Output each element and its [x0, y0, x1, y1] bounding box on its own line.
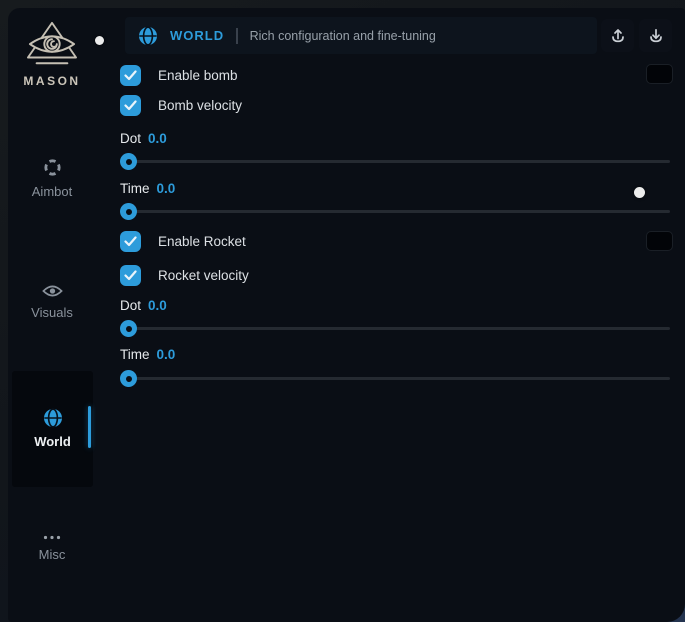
checkbox-label: Enable Rocket	[158, 234, 246, 249]
active-tab-indicator	[88, 406, 92, 448]
slider-thumb-dot-center	[126, 159, 132, 165]
brand-logo: MASON	[8, 20, 96, 88]
page-title: WORLD	[170, 28, 224, 43]
slider-value: 0.0	[148, 131, 167, 146]
checkbox-label: Rocket velocity	[158, 268, 249, 283]
slider-name: Dot	[120, 298, 141, 313]
checkmark-icon	[124, 70, 137, 81]
cursor-dot	[95, 36, 104, 45]
keybind-box-enable-bomb[interactable]	[646, 64, 673, 84]
globe-icon	[138, 26, 158, 46]
sidebar-item-world-content: World	[12, 408, 93, 449]
checkbox-label: Enable bomb	[158, 68, 238, 83]
mason-window: MASON Aimbot Visuals	[8, 8, 685, 622]
slider-thumb-dot[interactable]	[120, 320, 137, 337]
sidebar-item-label: Aimbot	[8, 184, 96, 199]
checkbox-checked[interactable]	[120, 231, 141, 252]
checkmark-icon	[124, 236, 137, 247]
download-config-button[interactable]	[639, 19, 672, 52]
slider-thumb-time[interactable]	[120, 203, 137, 220]
eye-icon	[42, 284, 63, 298]
slider-track-dot[interactable]	[120, 327, 670, 330]
page-header: WORLD Rich configuration and fine-tuning	[125, 17, 597, 54]
slider-value: 0.0	[157, 181, 176, 196]
checkbox-row-bomb-velocity[interactable]: Bomb velocity	[120, 95, 242, 116]
slider-label-time: Time 0.0	[120, 181, 175, 196]
sidebar-item-label: World	[12, 434, 93, 449]
sidebar-item-aimbot[interactable]: Aimbot	[8, 158, 96, 199]
slider-value: 0.0	[148, 298, 167, 313]
checkbox-row-enable-bomb[interactable]: Enable bomb	[120, 65, 238, 86]
checkbox-checked[interactable]	[120, 265, 141, 286]
slider-thumb-dot[interactable]	[120, 153, 137, 170]
slider-label-dot: Dot 0.0	[120, 131, 167, 146]
mason-eye-triangle-icon	[24, 20, 80, 70]
sidebar-item-world-active[interactable]: World	[12, 371, 93, 487]
sidebar: MASON Aimbot Visuals	[8, 8, 96, 622]
slider-name: Time	[120, 347, 150, 362]
header-divider	[236, 28, 238, 44]
sidebar-item-misc[interactable]: Misc	[8, 535, 96, 562]
globe-icon	[43, 408, 63, 428]
crosshair-icon	[43, 158, 62, 177]
slider-track-dot[interactable]	[120, 160, 670, 163]
slider-label-dot: Dot 0.0	[120, 298, 167, 313]
checkbox-checked[interactable]	[120, 95, 141, 116]
slider-thumb-dot-center	[126, 209, 132, 215]
download-icon	[648, 28, 664, 44]
ellipsis-icon	[43, 535, 61, 540]
slider-thumb-dot-center	[126, 376, 132, 382]
sidebar-item-label: Visuals	[8, 305, 96, 320]
slider-label-time: Time 0.0	[120, 347, 175, 362]
slider-name: Time	[120, 181, 150, 196]
slider-track-time[interactable]	[120, 210, 670, 213]
slider-track-time[interactable]	[120, 377, 670, 380]
checkbox-row-enable-rocket[interactable]: Enable Rocket	[120, 231, 246, 252]
checkbox-label: Bomb velocity	[158, 98, 242, 113]
cursor-dot	[634, 187, 645, 198]
brand-name: MASON	[8, 74, 96, 88]
slider-name: Dot	[120, 131, 141, 146]
sidebar-item-label: Misc	[8, 547, 96, 562]
slider-value: 0.0	[157, 347, 176, 362]
slider-thumb-dot-center	[126, 326, 132, 332]
upload-icon	[610, 28, 626, 44]
desktop-background: MASON Aimbot Visuals	[0, 0, 685, 622]
page-subtitle: Rich configuration and fine-tuning	[250, 29, 436, 43]
keybind-box-enable-rocket[interactable]	[646, 231, 673, 251]
checkmark-icon	[124, 270, 137, 281]
checkbox-row-rocket-velocity[interactable]: Rocket velocity	[120, 265, 249, 286]
checkbox-checked[interactable]	[120, 65, 141, 86]
upload-config-button[interactable]	[601, 19, 634, 52]
slider-thumb-time[interactable]	[120, 370, 137, 387]
sidebar-item-visuals[interactable]: Visuals	[8, 284, 96, 320]
checkmark-icon	[124, 100, 137, 111]
